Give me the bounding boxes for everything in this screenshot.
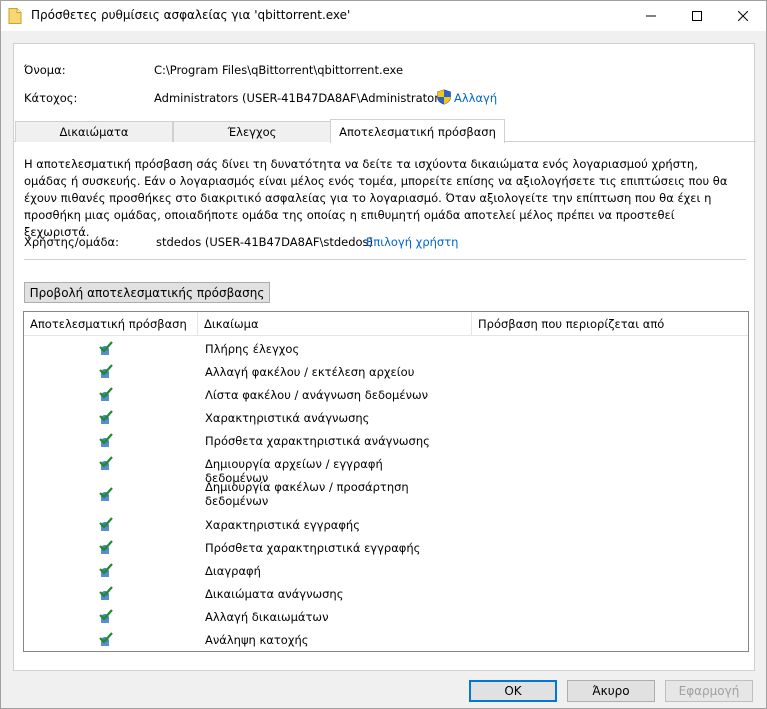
file-icon (8, 8, 22, 24)
tab-strip: Δικαιώματα Έλεγχος Αποτελεσματική πρόσβα… (14, 119, 756, 143)
permission-label: Λίστα φακέλου / ανάγνωση δεδομένων (205, 388, 429, 402)
minimize-icon (646, 15, 656, 17)
tab-permissions[interactable]: Δικαιώματα (15, 121, 173, 142)
allowed-check-icon (99, 632, 113, 646)
permission-label: Πλήρης έλεγχος (205, 342, 300, 356)
permission-label: Ανάληψη κατοχής (205, 633, 309, 647)
permission-label: Αλλαγή δικαιωμάτων (205, 610, 329, 624)
change-owner-link[interactable]: Αλλαγή (454, 91, 497, 105)
select-user-link[interactable]: Επιλογή χρήστη (366, 235, 458, 249)
tab-effective-access[interactable]: Αποτελεσματική πρόσβαση (330, 119, 505, 143)
allowed-check-icon (99, 517, 113, 531)
permission-label: Πρόσθετα χαρακτηριστικά ανάγνωσης (205, 434, 430, 448)
permission-label: Χαρακτηριστικά ανάγνωσης (205, 411, 370, 425)
column-header-access-limited-by[interactable]: Πρόσβαση που περιορίζεται από (472, 312, 748, 336)
column-header-effective-access[interactable]: Αποτελεσματική πρόσβαση (24, 312, 198, 336)
permission-label: Πρόσθετα χαρακτηριστικά εγγραφής (205, 541, 421, 555)
effective-access-description: Η αποτελεσματική πρόσβαση σάς δίνει τη δ… (24, 157, 728, 239)
main-panel: Όνομα: C:\Program Files\qBittorrent\qbit… (13, 43, 756, 671)
permission-label: Αλλαγή φακέλου / εκτέλεση αρχείου (205, 365, 415, 379)
separator (24, 259, 746, 260)
window-title: Πρόσθετες ρυθμίσεις ασφαλείας για 'qbitt… (31, 8, 351, 22)
name-label: Όνομα: (24, 63, 66, 77)
title-bar[interactable]: Πρόσθετες ρυθμίσεις ασφαλείας για 'qbitt… (1, 1, 766, 31)
tab-auditing[interactable]: Έλεγχος (173, 121, 331, 142)
allowed-check-icon (99, 364, 113, 378)
close-button[interactable] (720, 1, 766, 31)
maximize-icon (692, 11, 702, 21)
allowed-check-icon (99, 387, 113, 401)
ok-button[interactable]: OK (469, 680, 557, 702)
column-header-permission[interactable]: Δικαίωμα (198, 312, 472, 336)
permissions-table: Αποτελεσματική πρόσβαση Δικαίωμα Πρόσβασ… (23, 311, 749, 652)
allowed-check-icon (99, 410, 113, 424)
allowed-check-icon (99, 609, 113, 623)
allowed-check-icon (99, 456, 113, 470)
allowed-check-icon (99, 586, 113, 600)
allowed-check-icon (99, 563, 113, 577)
permission-label: Δημιουργία φακέλων / προσάρτηση δεδομένω… (205, 480, 409, 508)
allowed-check-icon (99, 487, 113, 501)
maximize-button[interactable] (674, 1, 720, 31)
user-group-label: Χρήστης/ομάδα: (24, 235, 120, 249)
cancel-button[interactable]: Άκυρο (567, 680, 655, 702)
allowed-check-icon (99, 341, 113, 355)
permission-label: Δικαιώματα ανάγνωσης (205, 587, 344, 601)
security-dialog: Πρόσθετες ρυθμίσεις ασφαλείας για 'qbitt… (0, 0, 767, 709)
name-value: C:\Program Files\qBittorrent\qbittorrent… (154, 63, 404, 77)
uac-shield-icon (437, 89, 451, 105)
apply-button[interactable]: Εφαρμογή (665, 680, 753, 702)
user-group-value: stdedos (USER-41B47DA8AF\stdedos) (156, 235, 374, 249)
allowed-check-icon (99, 433, 113, 447)
owner-label: Κάτοχος: (24, 91, 78, 105)
permission-label: Διαγραφή (205, 564, 261, 578)
close-icon (738, 11, 748, 21)
view-effective-access-button[interactable]: Προβολή αποτελεσματικής πρόσβασης (24, 282, 270, 303)
minimize-button[interactable] (628, 1, 674, 31)
table-header: Αποτελεσματική πρόσβαση Δικαίωμα Πρόσβασ… (24, 312, 748, 336)
allowed-check-icon (99, 540, 113, 554)
permission-label: Χαρακτηριστικά εγγραφής (205, 518, 360, 532)
owner-value: Administrators (USER-41B47DA8AF\Administ… (154, 91, 450, 105)
